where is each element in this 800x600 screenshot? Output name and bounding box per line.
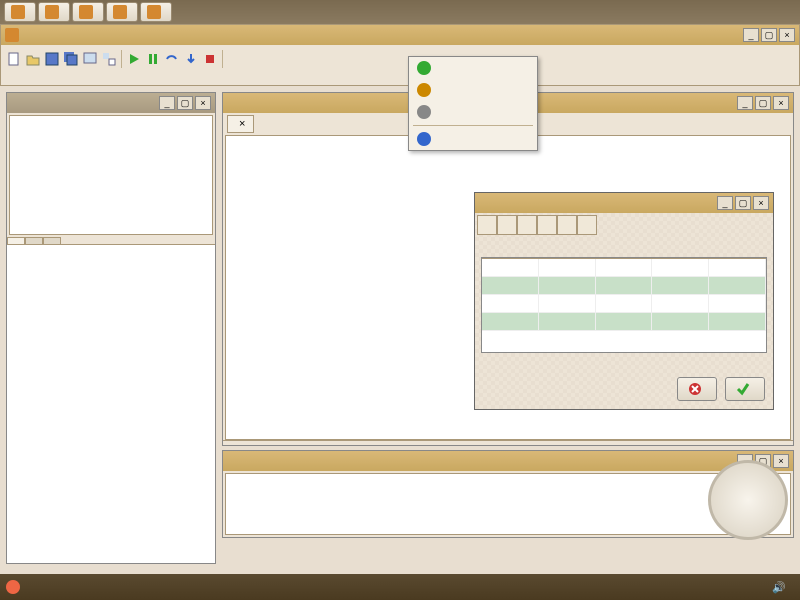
- close-button[interactable]: ×: [773, 454, 789, 468]
- close-button[interactable]: ×: [779, 28, 795, 42]
- saveall-icon[interactable]: [62, 50, 80, 68]
- gear-icon: [417, 105, 431, 119]
- run-icon[interactable]: [125, 50, 143, 68]
- globe-icon: [417, 61, 431, 75]
- volume-icon[interactable]: 🔊: [772, 581, 786, 594]
- tab-favorites[interactable]: [43, 237, 61, 244]
- close-button[interactable]: ×: [195, 96, 211, 110]
- taskbar-item-ide[interactable]: [4, 2, 36, 22]
- maximize-button[interactable]: ▢: [755, 96, 771, 110]
- form-stringgrid[interactable]: [481, 257, 767, 353]
- menu-applications[interactable]: [28, 585, 40, 589]
- form-button-row: [677, 377, 765, 401]
- save-icon[interactable]: [43, 50, 61, 68]
- lazarus-icon: [5, 28, 19, 42]
- stepover-icon[interactable]: [163, 50, 181, 68]
- menu-places[interactable]: [48, 585, 60, 589]
- editor-tab-unit1[interactable]: ×: [227, 115, 254, 133]
- ok-icon: [736, 382, 750, 396]
- toolbutton[interactable]: [577, 215, 597, 235]
- help-menu: [408, 56, 538, 151]
- pause-icon[interactable]: [144, 50, 162, 68]
- bug-icon: [417, 83, 431, 97]
- messages-titlebar[interactable]: _▢×: [223, 451, 793, 471]
- editor-statusbar: [223, 440, 793, 445]
- toolbutton[interactable]: [537, 215, 557, 235]
- maximize-button[interactable]: ▢: [761, 28, 777, 42]
- close-tab-icon[interactable]: ×: [239, 118, 245, 130]
- help-about[interactable]: [409, 128, 537, 150]
- toggle-icon[interactable]: [100, 50, 118, 68]
- oi-titlebar[interactable]: _▢×: [7, 93, 215, 113]
- menu-system[interactable]: [68, 585, 80, 589]
- property-grid[interactable]: [7, 245, 215, 563]
- newform-icon[interactable]: [81, 50, 99, 68]
- help-online[interactable]: [409, 57, 537, 79]
- taskbar-item-messages[interactable]: [140, 2, 172, 22]
- component-tree[interactable]: [9, 115, 213, 235]
- new-icon[interactable]: [5, 50, 23, 68]
- form-designer-window: _▢×: [474, 192, 774, 410]
- ide-window: _ ▢ ×: [0, 24, 800, 86]
- messages-body[interactable]: [225, 473, 791, 535]
- form-toolbar: [477, 215, 597, 235]
- form1-titlebar[interactable]: _▢×: [475, 193, 773, 213]
- taskbar-item-oi[interactable]: [106, 2, 138, 22]
- toolbutton[interactable]: [497, 215, 517, 235]
- ok-button[interactable]: [725, 377, 765, 401]
- close-button[interactable]: ×: [773, 96, 789, 110]
- tab-properties[interactable]: [7, 237, 25, 244]
- window-controls: _ ▢ ×: [743, 28, 795, 42]
- desktop-clock-widget[interactable]: [708, 460, 788, 540]
- help-configure[interactable]: [409, 101, 537, 123]
- ubuntu-icon[interactable]: [6, 580, 20, 594]
- stop-icon[interactable]: [201, 50, 219, 68]
- tab-events[interactable]: [25, 237, 43, 244]
- toolbar-row: [1, 49, 799, 69]
- help-bug[interactable]: [409, 79, 537, 101]
- maximize-button[interactable]: ▢: [177, 96, 193, 110]
- bottom-taskbar: 🔊: [0, 574, 800, 600]
- cancel-button[interactable]: [677, 377, 717, 401]
- open-icon[interactable]: [24, 50, 42, 68]
- minimize-button[interactable]: _: [717, 196, 733, 210]
- property-tabs: [7, 237, 215, 245]
- minimize-button[interactable]: _: [743, 28, 759, 42]
- cancel-icon: [688, 382, 702, 396]
- minimize-button[interactable]: _: [737, 96, 753, 110]
- taskbar-item-form1[interactable]: [72, 2, 104, 22]
- minimize-button[interactable]: _: [159, 96, 175, 110]
- object-inspector-window: _▢×: [6, 92, 216, 564]
- toolbutton[interactable]: [517, 215, 537, 235]
- taskbar-item-source[interactable]: [38, 2, 70, 22]
- maximize-button[interactable]: ▢: [735, 196, 751, 210]
- stepinto-icon[interactable]: [182, 50, 200, 68]
- close-button[interactable]: ×: [753, 196, 769, 210]
- toolbutton[interactable]: [557, 215, 577, 235]
- toolbutton[interactable]: [477, 215, 497, 235]
- top-taskbar: [0, 0, 800, 24]
- info-icon: [417, 132, 431, 146]
- ide-titlebar: _ ▢ ×: [1, 25, 799, 45]
- form-design-surface[interactable]: [475, 213, 773, 409]
